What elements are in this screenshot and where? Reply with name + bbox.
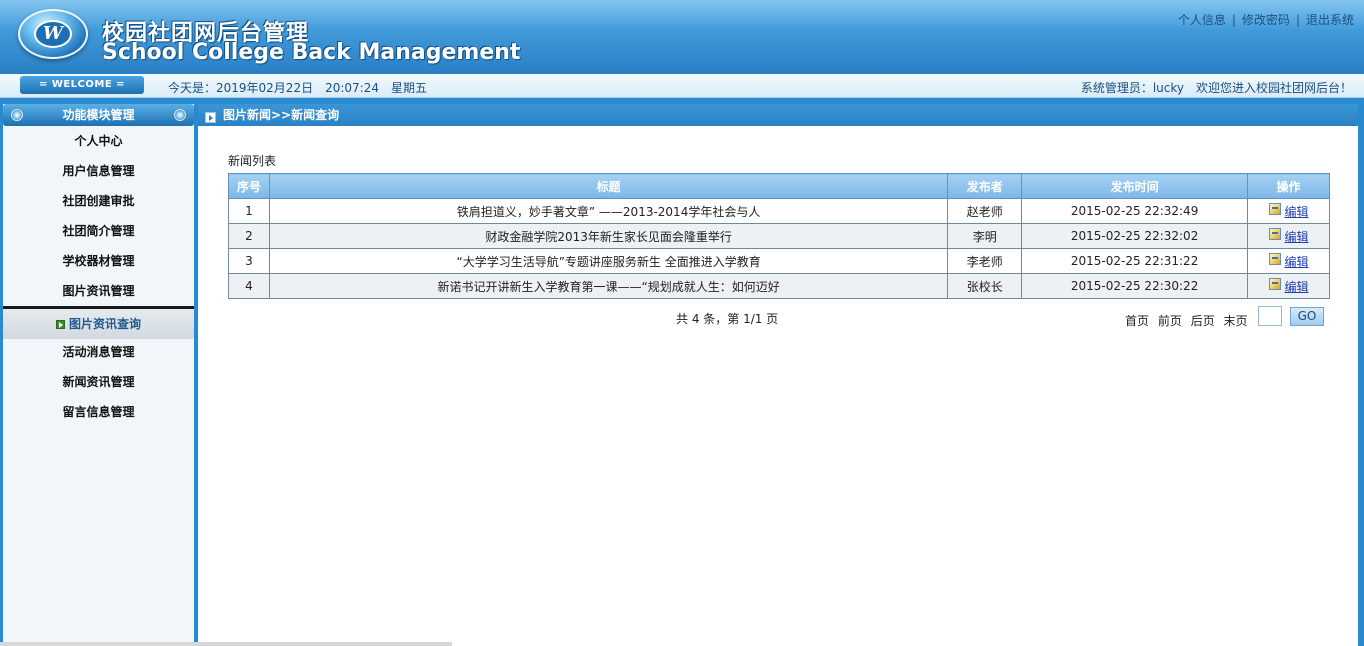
cell-action: 编辑: [1247, 223, 1330, 249]
admin-greeting: 系统管理员：lucky 欢迎您进入校园社团网后台！: [1080, 81, 1352, 95]
sidebar-item-user-info[interactable]: 用户信息管理: [3, 156, 194, 186]
sidebar-item-club-approval[interactable]: 社团创建审批: [3, 186, 194, 216]
sidebar-title: 功能模块管理: [3, 104, 194, 126]
cell-action: 编辑: [1247, 273, 1330, 299]
edit-icon[interactable]: [1268, 202, 1281, 215]
go-button[interactable]: GO: [1290, 307, 1324, 326]
edit-link[interactable]: 编辑: [1285, 255, 1309, 269]
first-page-link[interactable]: 首页: [1125, 314, 1149, 328]
table-row: 1 铁肩担道义，妙手著文章” ——2013-2014学年社会与人 赵老师 201…: [228, 198, 1330, 224]
cell-time: 2015-02-25 22:32:02: [1021, 223, 1249, 249]
sidebar-item-photo-news-manage[interactable]: 图片资讯管理: [3, 276, 194, 306]
sidebar-item-personal-center[interactable]: 个人中心: [3, 126, 194, 156]
edit-icon[interactable]: [1268, 227, 1281, 240]
last-page-link[interactable]: 末页: [1224, 314, 1248, 328]
edit-link[interactable]: 编辑: [1285, 280, 1309, 294]
cell-title: 铁肩担道义，妙手著文章” ——2013-2014学年社会与人: [268, 198, 949, 224]
sidebar-item-club-intro[interactable]: 社团简介管理: [3, 216, 194, 246]
arrow-right-icon: [55, 320, 65, 329]
cell-no: 1: [228, 198, 270, 224]
column-header-title: 标题: [268, 173, 949, 199]
cell-author: 李明: [947, 223, 1023, 249]
sidebar-item-equipment[interactable]: 学校器材管理: [3, 246, 194, 276]
page-number-input[interactable]: [1258, 306, 1282, 326]
column-header-action: 操作: [1247, 173, 1330, 199]
logout-link[interactable]: 退出系统: [1306, 13, 1354, 27]
horizontal-scrollbar[interactable]: [0, 642, 452, 646]
edit-icon[interactable]: [1268, 252, 1281, 265]
bullet-icon: [174, 109, 186, 121]
sidebar-item-messages[interactable]: 留言信息管理: [3, 397, 194, 427]
logo: W: [18, 9, 88, 59]
top-links: 个人信息 | 修改密码 | 退出系统: [1178, 11, 1354, 28]
cell-author: 赵老师: [947, 198, 1023, 224]
column-header-time: 发布时间: [1021, 173, 1249, 199]
list-caption: 新闻列表: [228, 154, 277, 168]
sidebar-item-label: 图片资讯查询: [68, 317, 141, 331]
cell-title: 财政金融学院2013年新生家长见面会隆重举行: [268, 223, 949, 249]
cell-no: 4: [228, 273, 270, 299]
cell-no: 2: [228, 223, 270, 249]
change-password-link[interactable]: 修改密码: [1242, 13, 1290, 27]
table-row: 3 “大学学习生活导航”专题讲座服务新生 全面推进入学教育 李老师 2015-0…: [228, 248, 1330, 274]
welcome-badge: = WELCOME =: [20, 76, 144, 94]
info-bar: = WELCOME = 今天是：2019年02月22日 20:07:24 星期五…: [0, 74, 1364, 98]
app-title-en: School College Back Management: [102, 40, 521, 65]
app-header: W 校园社团网后台管理 School College Back Manageme…: [0, 0, 1364, 74]
cell-author: 张校长: [947, 273, 1023, 299]
pager-links: 首页 前页 后页 末页: [1125, 312, 1253, 329]
sidebar-item-news[interactable]: 新闻资讯管理: [3, 367, 194, 397]
cell-time: 2015-02-25 22:31:22: [1021, 248, 1249, 274]
sidebar-item-photo-news-query[interactable]: 图片资讯查询: [3, 309, 194, 339]
bullet-icon: [11, 109, 23, 121]
logo-letter: W: [34, 20, 72, 48]
sidebar-title-text: 功能模块管理: [62, 108, 135, 122]
table-row: 4 新诺书记开讲新生入学教育第一课——“规划成就人生：如何迈好 张校长 2015…: [228, 273, 1330, 299]
personal-info-link[interactable]: 个人信息: [1178, 13, 1226, 27]
cell-action: 编辑: [1247, 198, 1330, 224]
sidebar: 功能模块管理 个人中心 用户信息管理 社团创建审批 社团简介管理 学校器材管理 …: [3, 104, 194, 646]
column-header-no: 序号: [228, 173, 270, 199]
content-header: 图片新闻>>新闻查询: [198, 104, 1358, 126]
table-row: 2 财政金融学院2013年新生家长见面会隆重举行 李明 2015-02-25 2…: [228, 223, 1330, 249]
cell-action: 编辑: [1247, 248, 1330, 274]
edit-link[interactable]: 编辑: [1285, 230, 1309, 244]
arrow-right-icon: [205, 112, 216, 123]
cell-no: 3: [228, 248, 270, 274]
edit-link[interactable]: 编辑: [1285, 205, 1309, 219]
cell-title: “大学学习生活导航”专题讲座服务新生 全面推进入学教育: [268, 248, 949, 274]
news-table: 序号 标题 发布者 发布时间 操作 1 铁肩担道义，妙手著文章” ——2013-…: [228, 173, 1330, 299]
cell-title: 新诺书记开讲新生入学教育第一课——“规划成就人生：如何迈好: [268, 273, 949, 299]
pager-summary: 共 4 条，第 1/1 页: [676, 312, 779, 326]
current-date: 今天是：2019年02月22日 20:07:24 星期五: [168, 81, 427, 95]
edit-icon[interactable]: [1268, 277, 1281, 290]
cell-author: 李老师: [947, 248, 1023, 274]
prev-page-link[interactable]: 前页: [1158, 314, 1182, 328]
table-header-row: 序号 标题 发布者 发布时间 操作: [228, 173, 1330, 199]
breadcrumb: 图片新闻>>新闻查询: [223, 108, 340, 122]
cell-time: 2015-02-25 22:30:22: [1021, 273, 1249, 299]
separator: |: [1295, 13, 1300, 27]
column-header-author: 发布者: [947, 173, 1023, 199]
sidebar-item-activity[interactable]: 活动消息管理: [3, 337, 194, 367]
cell-time: 2015-02-25 22:32:49: [1021, 198, 1249, 224]
next-page-link[interactable]: 后页: [1191, 314, 1215, 328]
content-panel: 图片新闻>>新闻查询 新闻列表 序号 标题 发布者 发布时间 操作 1 铁肩担道…: [198, 104, 1358, 646]
separator: |: [1231, 13, 1236, 27]
